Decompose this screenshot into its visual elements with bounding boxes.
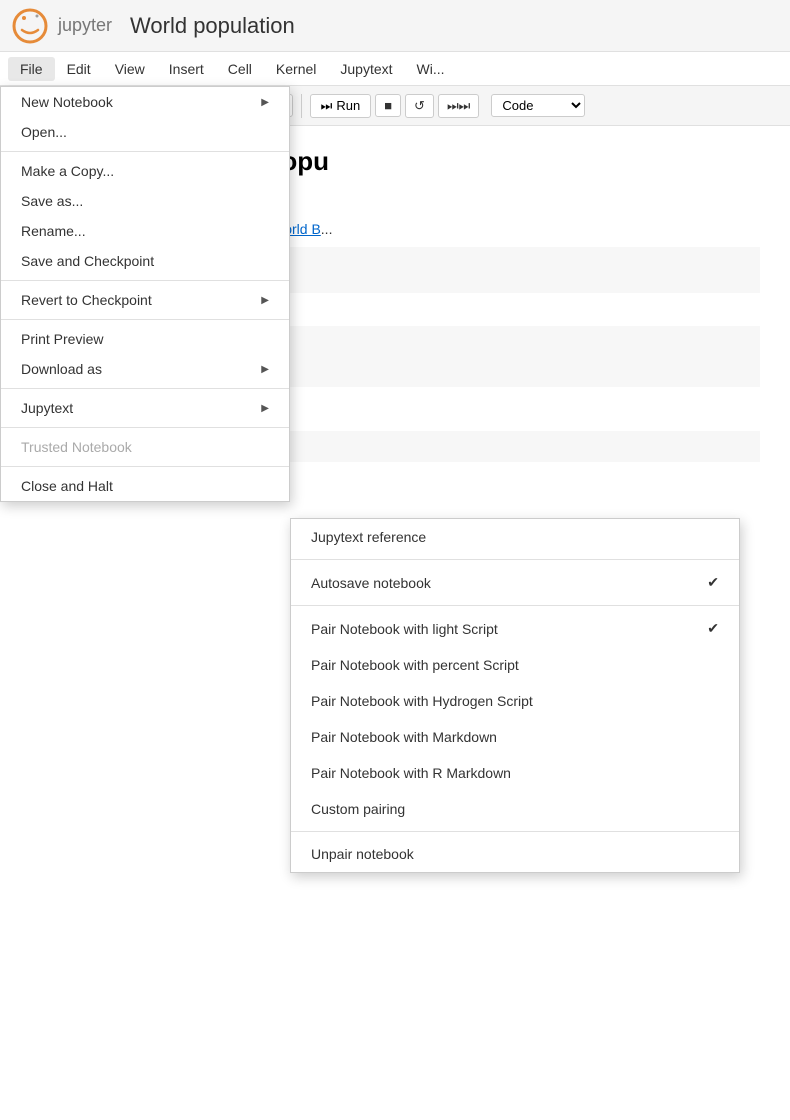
submenu-pair-hydrogen[interactable]: Pair Notebook with Hydrogen Script: [291, 683, 739, 719]
open-label: Open...: [21, 124, 67, 140]
menu-file[interactable]: File: [8, 57, 55, 81]
divider-5: [1, 427, 289, 428]
new-notebook-label: New Notebook: [21, 94, 113, 110]
menu-widgets[interactable]: Wi...: [405, 57, 457, 81]
menu-kernel[interactable]: Kernel: [264, 57, 328, 81]
menu-new-notebook[interactable]: New Notebook ▶: [1, 87, 289, 117]
submenu-jupytext-ref[interactable]: Jupytext reference: [291, 519, 739, 555]
cell-type-select[interactable]: Code Markdown Raw: [491, 94, 585, 117]
rename-label: Rename...: [21, 223, 86, 239]
save-as-label: Save as...: [21, 193, 83, 209]
pair-percent-label: Pair Notebook with percent Script: [311, 657, 519, 673]
file-menu-dropdown: New Notebook ▶ Open... Make a Copy... Sa…: [0, 86, 290, 502]
restart-button[interactable]: ↺: [405, 94, 434, 118]
new-notebook-arrow: ▶: [261, 97, 269, 108]
autosave-checkmark: ✔: [707, 574, 719, 591]
header: jupyter World population: [0, 0, 790, 52]
menu-make-copy[interactable]: Make a Copy...: [1, 156, 289, 186]
divider-2: [1, 280, 289, 281]
pair-rmarkdown-label: Pair Notebook with R Markdown: [311, 765, 511, 781]
menu-jupytext[interactable]: Jupytext: [328, 57, 404, 81]
pair-light-label: Pair Notebook with light Script: [311, 621, 498, 637]
menu-edit[interactable]: Edit: [55, 57, 103, 81]
sub-divider-3: [291, 831, 739, 832]
menu-print-preview[interactable]: Print Preview: [1, 324, 289, 354]
sub-divider-1: [291, 559, 739, 560]
menu-download-as[interactable]: Download as ▶: [1, 354, 289, 384]
jupytext-ref-label: Jupytext reference: [311, 529, 426, 545]
restart-run-button[interactable]: ⏭⏭: [438, 94, 479, 118]
pair-light-checkmark: ✔: [707, 620, 719, 637]
menu-revert-checkpoint[interactable]: Revert to Checkpoint ▶: [1, 285, 289, 315]
save-checkpoint-label: Save and Checkpoint: [21, 253, 154, 269]
menu-close-halt[interactable]: Close and Halt: [1, 471, 289, 501]
autosave-label: Autosave notebook: [311, 575, 431, 591]
run-label: Run: [336, 98, 360, 113]
menu-trusted-notebook: Trusted Notebook: [1, 432, 289, 462]
interrupt-button[interactable]: ■: [375, 94, 401, 117]
menu-save-checkpoint[interactable]: Save and Checkpoint: [1, 246, 289, 276]
jupytext-submenu: Jupytext reference Autosave notebook ✔ P…: [290, 518, 740, 873]
menu-jupytext[interactable]: Jupytext ▶: [1, 393, 289, 423]
pair-hydrogen-label: Pair Notebook with Hydrogen Script: [311, 693, 533, 709]
divider-4: [1, 388, 289, 389]
custom-pairing-label: Custom pairing: [311, 801, 405, 817]
sub-divider-2: [291, 605, 739, 606]
download-as-arrow: ▶: [261, 364, 269, 375]
pair-markdown-label: Pair Notebook with Markdown: [311, 729, 497, 745]
submenu-pair-light[interactable]: Pair Notebook with light Script ✔: [291, 610, 739, 647]
download-as-label: Download as: [21, 361, 102, 377]
submenu-custom-pairing[interactable]: Custom pairing: [291, 791, 739, 827]
menubar: File Edit View Insert Cell Kernel Jupyte…: [0, 52, 790, 86]
submenu-pair-rmarkdown[interactable]: Pair Notebook with R Markdown: [291, 755, 739, 791]
unpair-label: Unpair notebook: [311, 846, 414, 862]
notebook-title: World population: [130, 13, 295, 39]
submenu-pair-markdown[interactable]: Pair Notebook with Markdown: [291, 719, 739, 755]
submenu-pair-percent[interactable]: Pair Notebook with percent Script: [291, 647, 739, 683]
make-copy-label: Make a Copy...: [21, 163, 114, 179]
menu-rename[interactable]: Rename...: [1, 216, 289, 246]
close-halt-label: Close and Halt: [21, 478, 113, 494]
menu-insert[interactable]: Insert: [157, 57, 216, 81]
divider-6: [1, 466, 289, 467]
menu-cell[interactable]: Cell: [216, 57, 264, 81]
revert-arrow: ▶: [261, 295, 269, 306]
run-button[interactable]: ⏭ Run: [310, 94, 372, 118]
menu-view[interactable]: View: [103, 57, 157, 81]
jupytext-label: Jupytext: [21, 400, 73, 416]
submenu-autosave[interactable]: Autosave notebook ✔: [291, 564, 739, 601]
trusted-label: Trusted Notebook: [21, 439, 132, 455]
menu-save-as[interactable]: Save as...: [1, 186, 289, 216]
print-preview-label: Print Preview: [21, 331, 103, 347]
menu-open[interactable]: Open...: [1, 117, 289, 147]
run-icon: ⏭: [321, 98, 333, 114]
revert-label: Revert to Checkpoint: [21, 292, 152, 308]
separator-4: [301, 94, 302, 118]
divider-3: [1, 319, 289, 320]
jupyter-logo-icon: [12, 8, 48, 44]
jupytext-arrow: ▶: [261, 403, 269, 414]
divider-1: [1, 151, 289, 152]
submenu-unpair[interactable]: Unpair notebook: [291, 836, 739, 872]
app-name: jupyter: [58, 15, 112, 36]
